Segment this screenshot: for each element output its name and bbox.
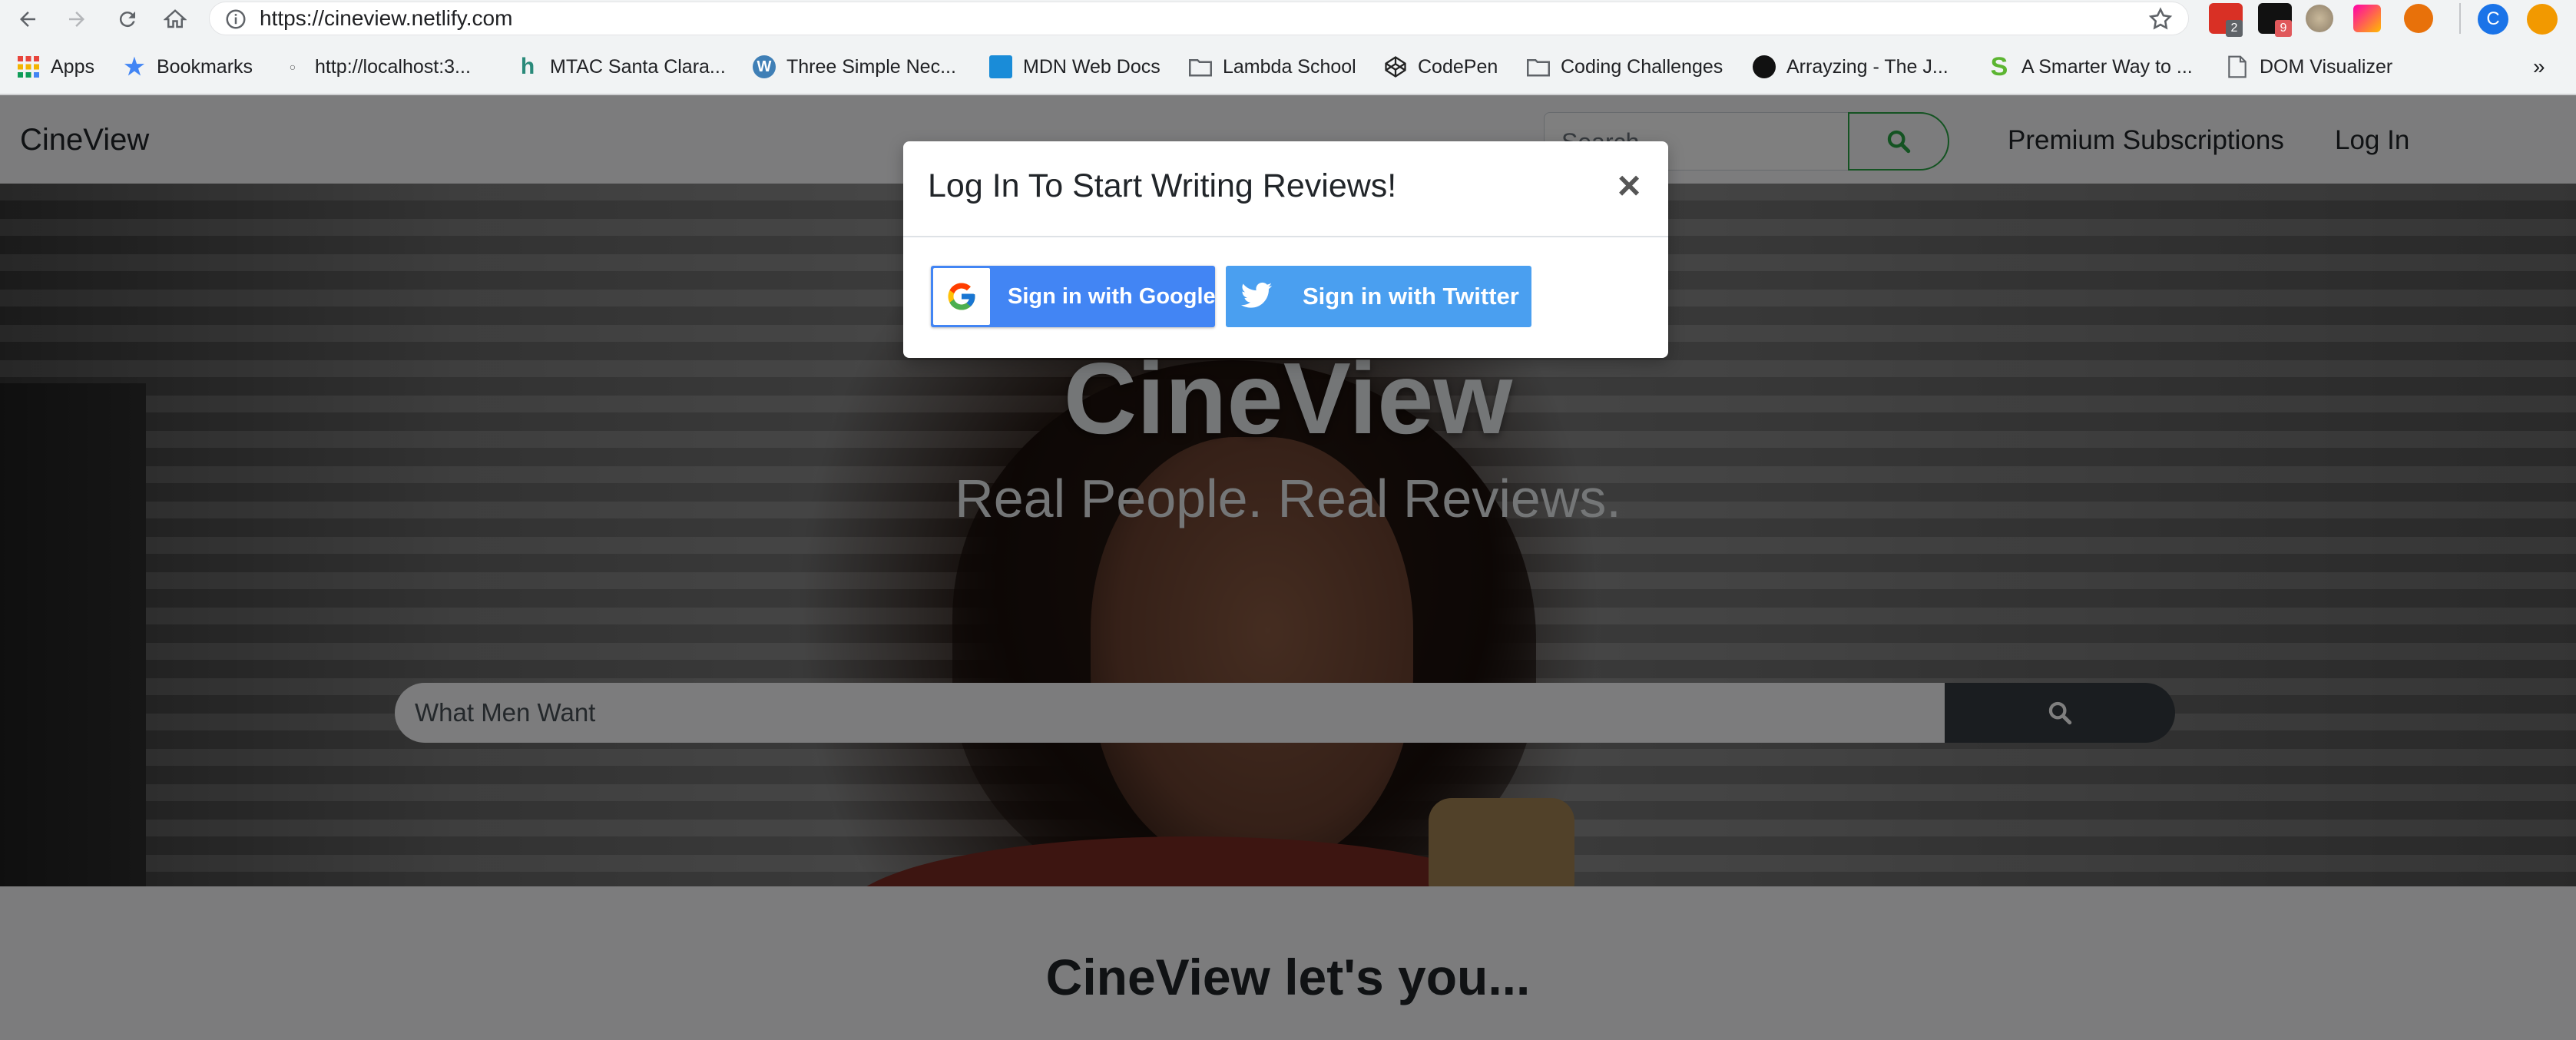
bookmark-label: MTAC Santa Clara...	[550, 55, 726, 78]
login-modal: Log In To Start Writing Reviews! × Sign …	[903, 141, 1668, 358]
bookmark-localhost[interactable]: ○ http://localhost:3...	[281, 38, 471, 95]
mdn-icon	[989, 55, 1012, 78]
bookmark-bookmarks[interactable]: ★ Bookmarks	[123, 38, 253, 95]
apps-grid-icon	[17, 55, 40, 78]
profile-avatar[interactable]: C	[2478, 4, 2508, 35]
extension-badge: 2	[2226, 20, 2243, 37]
bookmark-lambda-school[interactable]: Lambda School	[1189, 38, 1356, 95]
star-icon: ★	[124, 54, 145, 80]
update-icon[interactable]	[2527, 4, 2558, 35]
folder-icon	[1189, 55, 1212, 78]
github-icon	[1753, 55, 1776, 78]
page-content: CineView Search Premium Subscriptions Lo…	[0, 95, 2576, 1040]
smarter-way-icon: S	[1990, 51, 2008, 81]
bookmarks-overflow-button[interactable]: »	[2533, 38, 2545, 95]
bookmark-label: Bookmarks	[157, 55, 253, 78]
wordpress-icon: W	[753, 55, 776, 78]
modal-title: Log In To Start Writing Reviews!	[928, 167, 1397, 204]
bookmark-codepen[interactable]: CodePen	[1384, 38, 1498, 95]
mtac-icon: h	[520, 54, 535, 79]
bookmark-smarter-way[interactable]: S A Smarter Way to ...	[1988, 38, 2193, 95]
bookmark-label: http://localhost:3...	[315, 55, 471, 78]
cookie-extension-icon[interactable]	[2306, 5, 2333, 32]
bookmark-star-icon[interactable]	[2147, 6, 2174, 32]
close-icon[interactable]: ×	[1610, 164, 1648, 207]
google-signin-button[interactable]: Sign in with Google	[931, 266, 1216, 327]
google-signin-label: Sign in with Google	[1008, 284, 1216, 309]
forward-icon[interactable]	[55, 0, 98, 38]
reload-icon[interactable]	[106, 0, 149, 38]
twitter-signin-label: Sign in with Twitter	[1303, 283, 1519, 310]
bookmark-label: Apps	[51, 55, 94, 78]
bookmark-label: Lambda School	[1223, 55, 1356, 78]
bookmark-arrayzing[interactable]: Arrayzing - The J...	[1753, 38, 1949, 95]
bookmark-label: CodePen	[1418, 55, 1498, 78]
toolbar-divider	[2459, 3, 2461, 34]
extension-badge: 9	[2275, 20, 2292, 37]
bookmark-apps[interactable]: Apps	[17, 38, 94, 95]
google-logo-icon	[933, 268, 990, 325]
folder-icon	[1527, 55, 1550, 78]
url-text[interactable]: https://cineview.netlify.com	[260, 5, 512, 32]
twitter-bird-icon	[1240, 281, 1273, 312]
bookmark-label: MDN Web Docs	[1023, 55, 1161, 78]
bookmark-label: Arrayzing - The J...	[1786, 55, 1949, 78]
home-icon[interactable]	[154, 0, 197, 38]
bookmark-dom-visualizer[interactable]: DOM Visualizer	[2226, 38, 2392, 95]
site-info-icon[interactable]	[224, 8, 247, 31]
react-extension-icon[interactable]	[2404, 4, 2433, 33]
bookmark-label: Three Simple Nec...	[786, 55, 956, 78]
color-extension-icon[interactable]	[2353, 5, 2381, 32]
page-icon	[2226, 55, 2249, 78]
bookmark-three-simple[interactable]: W Three Simple Nec...	[753, 38, 956, 95]
back-icon[interactable]	[6, 0, 49, 38]
bookmark-label: A Smarter Way to ...	[2021, 55, 2193, 78]
bookmark-mdn[interactable]: MDN Web Docs	[989, 38, 1161, 95]
localhost-icon: ○	[289, 61, 296, 73]
bookmark-coding-challenges[interactable]: Coding Challenges	[1527, 38, 1723, 95]
bookmark-mtac[interactable]: h MTAC Santa Clara...	[516, 38, 726, 95]
twitter-signin-button[interactable]: Sign in with Twitter	[1226, 266, 1531, 327]
codepen-icon	[1384, 55, 1407, 78]
bookmark-label: DOM Visualizer	[2260, 55, 2393, 78]
bookmark-label: Coding Challenges	[1561, 55, 1723, 78]
